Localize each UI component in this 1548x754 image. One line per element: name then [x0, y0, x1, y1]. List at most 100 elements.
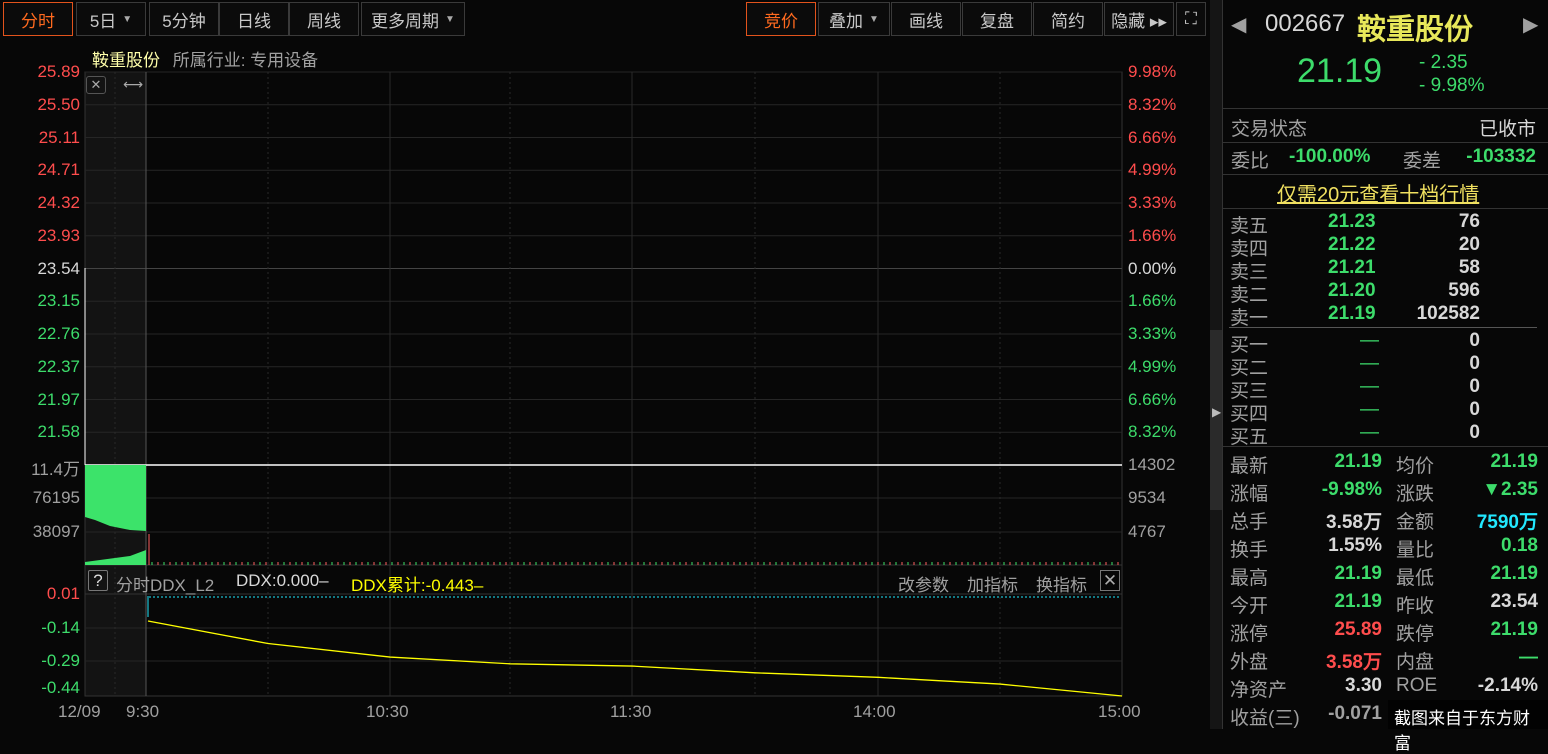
pct-tick: 6.66%: [1128, 389, 1177, 409]
bid-volume: 0: [1469, 330, 1480, 351]
price-tick: 24.71: [37, 160, 80, 180]
pct-tick: 4.99%: [1128, 160, 1177, 180]
stat-value: 21.19: [1334, 451, 1382, 472]
level2-promo-link[interactable]: 仅需20元查看十档行情: [1277, 178, 1479, 207]
stat-label: 最新: [1230, 456, 1269, 477]
volume-tick-right: 9534: [1128, 488, 1166, 507]
bid-price: —: [1360, 330, 1379, 351]
stat-label: 最低: [1396, 568, 1435, 589]
bid-price: —: [1360, 353, 1379, 374]
indicator-name: 分时DDX_L2: [116, 576, 215, 595]
volume-tick-right: 14302: [1128, 455, 1176, 474]
stat-value: ▼2.35: [1482, 479, 1538, 500]
stat-label: ROE: [1396, 675, 1438, 696]
bid-label: 买五: [1230, 427, 1269, 448]
time-tick: 15:00: [1098, 702, 1141, 721]
drag-handle-icon[interactable]: ⟷: [123, 76, 143, 94]
time-tick: 12/09: [58, 702, 101, 721]
pct-tick: 3.33%: [1128, 324, 1177, 343]
ddx-tick: -0.44: [41, 678, 80, 697]
bid-row: 买一 —0: [1230, 330, 1480, 356]
edit-params-button[interactable]: 改参数: [898, 571, 949, 596]
volume-tick: 11.4万: [31, 460, 80, 479]
stat-value: 3.58万: [1326, 512, 1382, 533]
time-tick: 11:30: [610, 702, 652, 721]
price-tick: 23.54: [37, 258, 80, 278]
stat-label: 均价: [1396, 456, 1435, 477]
prev-stock-icon[interactable]: ◀: [1231, 12, 1246, 37]
bid-price: —: [1360, 422, 1379, 443]
stat-row: 外盘 3.58万 内盘 —: [1230, 647, 1538, 673]
ask-volume: 58: [1458, 257, 1480, 278]
pct-tick: 3.33%: [1128, 193, 1177, 212]
ddx-cum-line: [147, 620, 1123, 697]
stat-row: 净资产 3.30 ROE -2.14%: [1230, 675, 1538, 701]
ask-price: 21.23: [1328, 211, 1376, 232]
stat-value: 25.89: [1334, 619, 1382, 640]
chart-frame: [84, 71, 1123, 697]
volume-tick-right: 4767: [1128, 522, 1166, 541]
stat-value: 21.19: [1490, 619, 1538, 640]
stat-row: 涨停 25.89 跌停 21.19: [1230, 619, 1538, 645]
price-tick: 21.97: [37, 389, 80, 409]
chart-canvas[interactable]: [0, 0, 1210, 729]
wb-value: -100.00%: [1289, 146, 1371, 167]
stat-value: 21.19: [1490, 563, 1538, 584]
volume-tick: 76195: [32, 488, 80, 507]
ask-row: 卖二 21.20 596: [1230, 280, 1480, 306]
wc-value: -103332: [1466, 146, 1536, 167]
ddx-tick: 0.01: [46, 584, 80, 603]
stat-value: -9.98%: [1321, 479, 1382, 500]
next-stock-icon[interactable]: ▶: [1523, 12, 1538, 37]
ask-row: 卖五 21.23 76: [1230, 211, 1480, 237]
volume-tick: 38097: [32, 522, 80, 541]
bid-volume: 0: [1469, 376, 1480, 397]
ask-price: 21.22: [1328, 234, 1376, 255]
bid-price: —: [1360, 399, 1379, 420]
stat-label: 金额: [1396, 512, 1435, 533]
ask-volume: 20: [1458, 234, 1480, 255]
panel-scrollbar[interactable]: ▶: [1210, 0, 1222, 729]
price-tick: 21.58: [37, 422, 80, 442]
stat-row: 总手 3.58万 金额 7590万: [1230, 507, 1538, 533]
stat-value: 3.58万: [1326, 652, 1382, 673]
pct-tick: 0.00%: [1128, 258, 1177, 278]
ask-volume: 102582: [1416, 303, 1480, 324]
stat-label: 涨跌: [1396, 484, 1435, 505]
stat-value: 23.54: [1490, 591, 1538, 612]
stat-row: 换手 1.55% 量比 0.18: [1230, 535, 1538, 561]
pct-tick: 6.66%: [1128, 127, 1177, 147]
stat-label: 最高: [1230, 568, 1269, 589]
switch-indicator-button[interactable]: 换指标: [1036, 571, 1087, 596]
watermark: 截图来自于东方财富: [1388, 700, 1548, 753]
price-change: - 2.35: [1419, 52, 1468, 73]
close-indicator-icon[interactable]: ✕: [1100, 570, 1120, 591]
stat-value: 21.19: [1490, 451, 1538, 472]
add-indicator-button[interactable]: 加指标: [967, 571, 1018, 596]
stat-label: 内盘: [1396, 652, 1435, 673]
pct-tick: 4.99%: [1128, 356, 1177, 376]
price-tick: 22.76: [37, 324, 80, 343]
wc-label: 委差: [1403, 151, 1442, 172]
price-tick: 23.93: [37, 225, 80, 245]
ask-price: 21.21: [1328, 257, 1376, 278]
close-icon[interactable]: ✕: [86, 76, 106, 94]
stat-value: 21.19: [1334, 591, 1382, 612]
pct-tick: 1.66%: [1128, 225, 1177, 245]
stat-label: 量比: [1396, 540, 1435, 561]
stat-label: 外盘: [1230, 652, 1269, 673]
stat-label: 收益(三): [1230, 708, 1300, 729]
stat-row: 最新 21.19 均价 21.19: [1230, 451, 1538, 477]
stat-label: 换手: [1230, 540, 1269, 561]
pct-tick: 1.66%: [1128, 291, 1177, 311]
time-tick: 9:30: [126, 702, 160, 721]
time-tick: 14:00: [853, 702, 896, 721]
help-icon[interactable]: ?: [88, 570, 108, 591]
status-label: 交易状态: [1231, 119, 1308, 140]
stat-value: —: [1519, 647, 1538, 668]
stat-label: 昨收: [1396, 596, 1435, 617]
ddx-tick: -0.14: [41, 618, 80, 637]
stat-row: 最高 21.19 最低 21.19: [1230, 563, 1538, 589]
ddx-tick: -0.29: [41, 651, 80, 670]
trade-status: 已收市: [1478, 119, 1536, 140]
